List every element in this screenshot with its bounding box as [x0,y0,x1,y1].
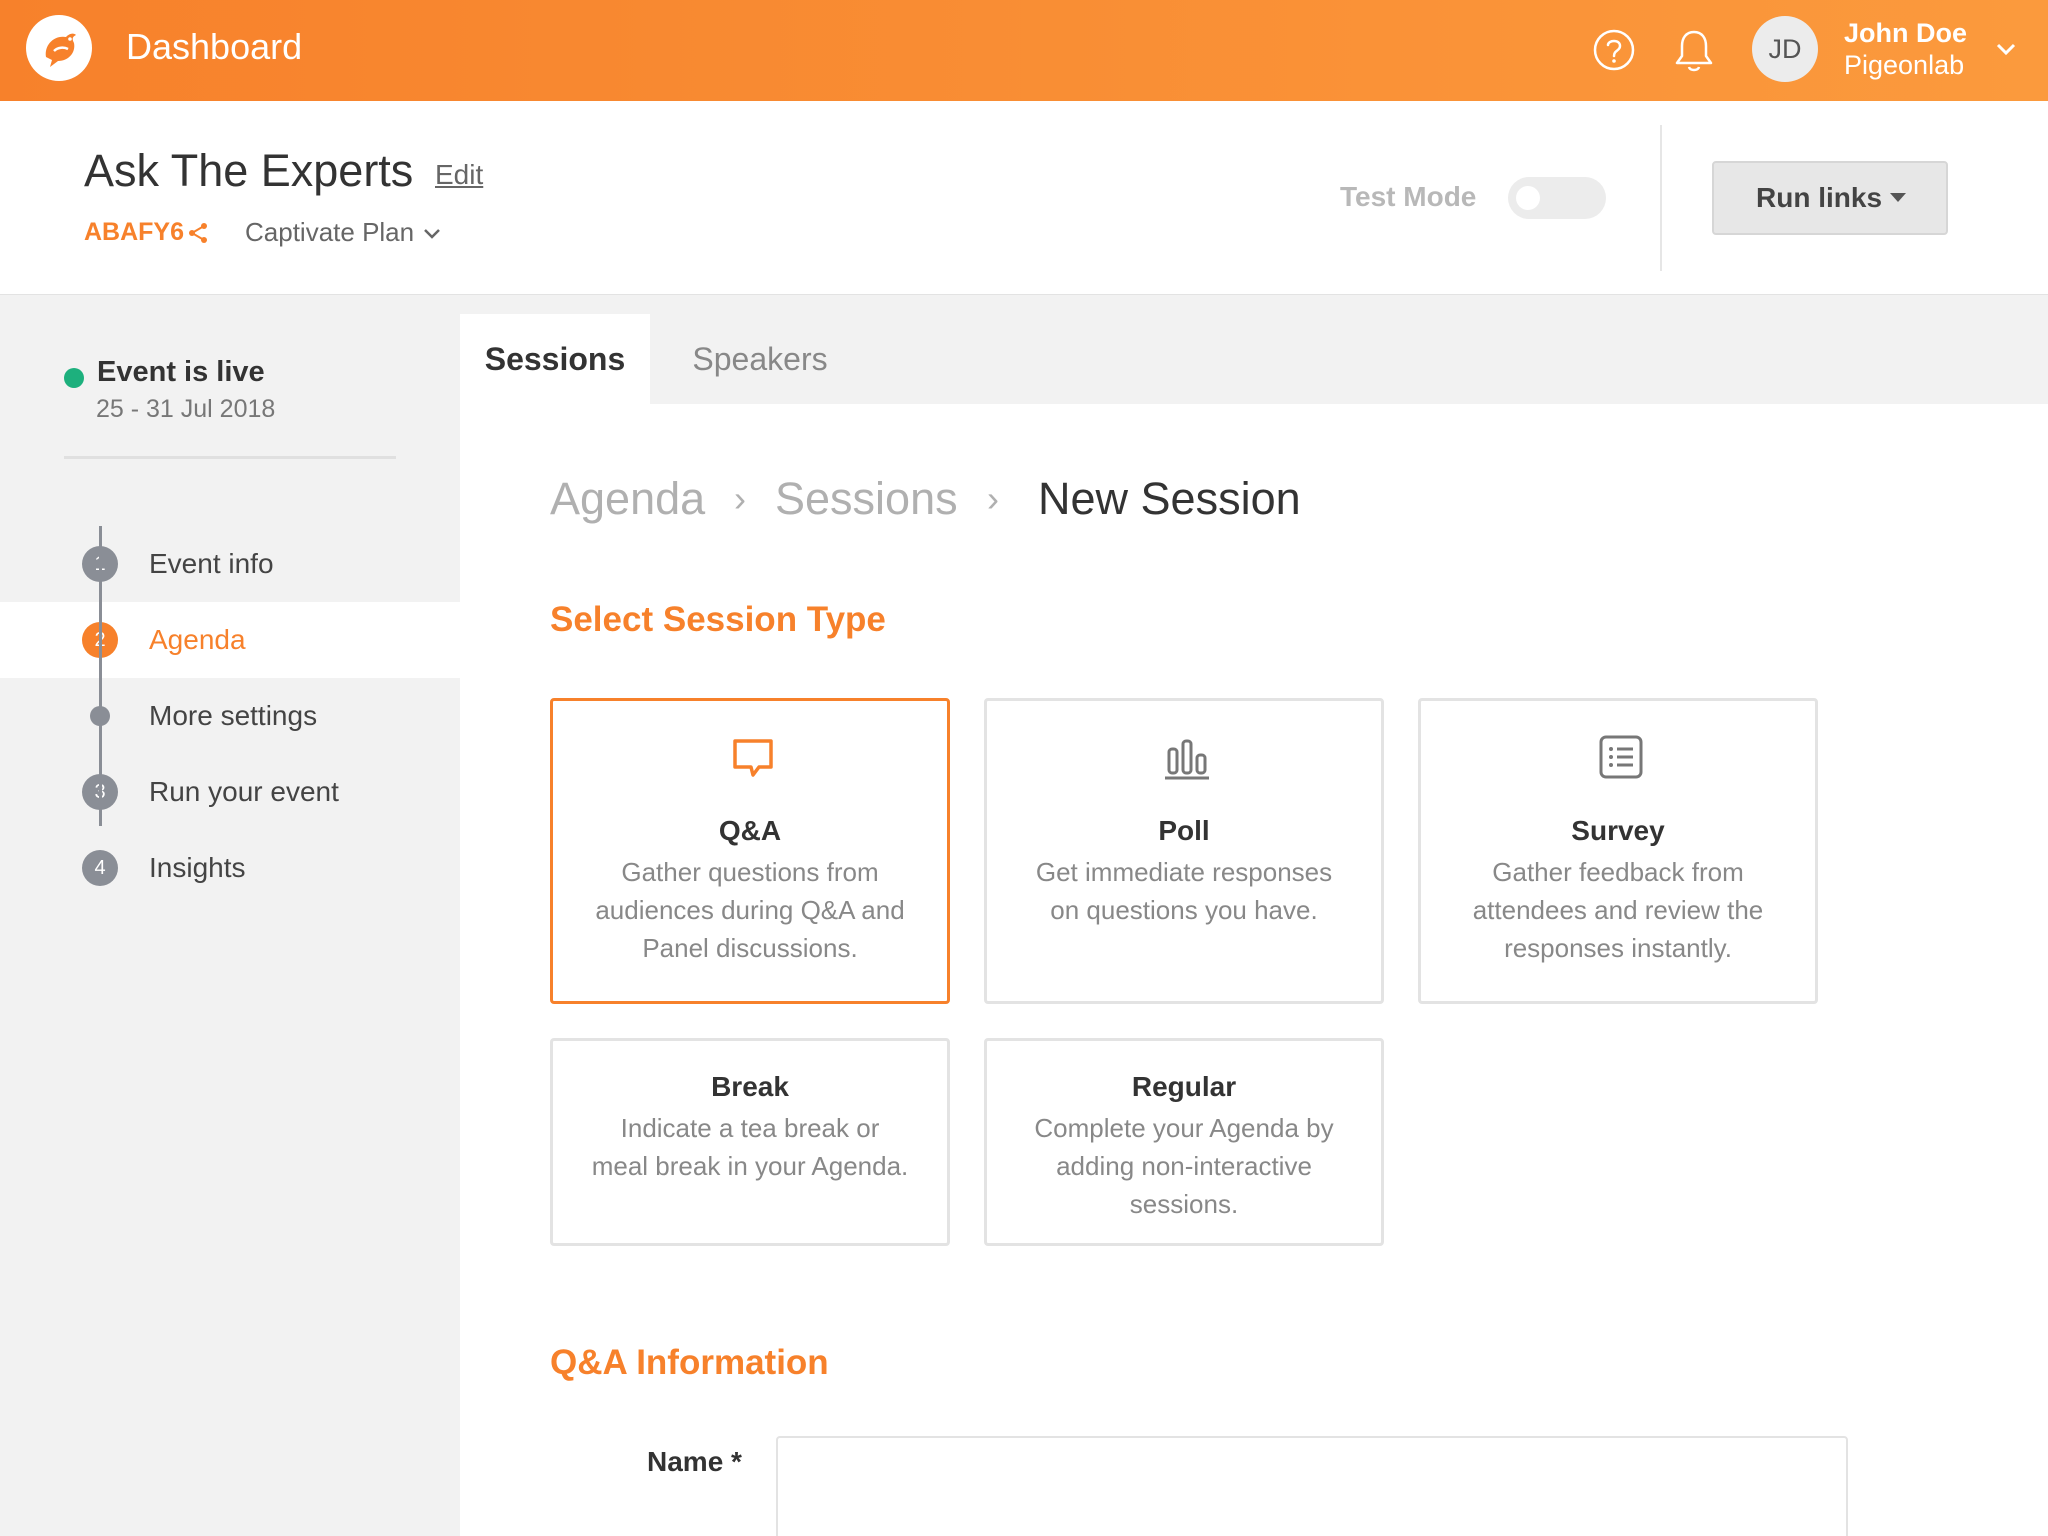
name-input[interactable] [776,1436,1848,1536]
breadcrumb-sessions[interactable]: Sessions [775,471,958,527]
chat-bubble-icon [733,739,773,777]
event-dates: 25 - 31 Jul 2018 [96,395,276,423]
chevron-down-icon[interactable] [423,228,441,240]
sidebar-item-label: Event info [149,548,274,579]
sidebar-item-label: Run your event [149,776,339,807]
step-connector [99,526,102,826]
tab-bar: Sessions Speakers [460,296,2048,404]
event-title: Ask The Experts [84,145,414,196]
sidebar-divider [64,456,396,459]
sidebar-item-run-your-event[interactable]: 3 Run your event [0,754,460,830]
card-title: Survey [1571,815,1665,846]
step-number: 4 [82,850,118,886]
top-bar: Dashboard JD John Doe Pigeonlab [0,0,2048,101]
avatar[interactable]: JD [1752,16,1818,82]
sidebar-item-label: More settings [149,700,318,731]
card-description: Complete your Agenda by adding non-inter… [1034,1113,1334,1219]
toggle-knob [1516,186,1540,210]
sidebar-item-label: Insights [149,852,246,883]
user-org[interactable]: Pigeonlab [1844,50,1964,81]
event-header: Ask The Experts Edit ABAFY6 Captivate Pl… [0,101,2048,295]
breadcrumb-separator: › [987,478,999,519]
session-type-regular[interactable]: Regular Complete your Agenda by adding n… [984,1038,1384,1246]
bell-icon[interactable] [1672,26,1716,74]
breadcrumb-agenda[interactable]: Agenda [550,471,705,527]
sidebar-item-more-settings[interactable]: More settings [0,678,460,754]
caret-down-icon[interactable] [1890,193,1906,202]
card-description: Indicate a tea break or meal break in yo… [591,1113,909,1181]
card-title: Break [711,1071,789,1102]
app-title[interactable]: Dashboard [126,24,302,70]
event-status: Event is live [97,356,265,388]
checklist-icon [1599,735,1643,779]
section-title-session-type: Select Session Type [550,600,886,639]
session-type-survey[interactable]: Survey Gather feedback from attendees an… [1418,698,1818,1004]
sidebar: Event is live 25 - 31 Jul 2018 1 Event i… [0,296,460,1536]
share-icon[interactable] [187,222,209,244]
live-status-dot [64,368,84,388]
event-code[interactable]: ABAFY6 [84,218,184,247]
sidebar-item-event-info[interactable]: 1 Event info [0,526,460,602]
bar-chart-icon [1165,739,1209,780]
tab-sessions[interactable]: Sessions [460,314,650,404]
test-mode-label: Test Mode [1340,181,1477,212]
sidebar-item-agenda[interactable]: 2 Agenda [0,602,460,678]
help-icon[interactable] [1592,28,1636,72]
edit-event-link[interactable]: Edit [435,159,483,191]
section-title-qa-information: Q&A Information [550,1343,829,1382]
breadcrumb-separator: › [734,478,746,519]
chevron-down-icon[interactable] [1996,42,2016,56]
pigeon-logo-icon[interactable] [26,15,92,81]
name-field-label: Name * [647,1446,742,1477]
card-title: Q&A [718,815,782,846]
user-name[interactable]: John Doe [1844,18,1967,49]
test-mode-toggle[interactable] [1508,177,1606,219]
header-divider [1660,125,1662,271]
sidebar-item-label: Agenda [149,624,246,655]
card-title: Regular [1131,1071,1237,1102]
run-links-button[interactable]: Run links [1712,161,1948,235]
breadcrumb-current: New Session [1038,473,1301,524]
card-title: Poll [1158,815,1210,846]
session-type-poll[interactable]: Poll Get immediate responses on question… [984,698,1384,1004]
plan-selector[interactable]: Captivate Plan [245,217,414,248]
card-description: Gather questions from audiences during Q… [595,857,905,963]
main-content: Sessions Speakers Agenda › Sessions › Ne… [460,296,2048,1536]
session-type-break[interactable]: Break Indicate a tea break or meal break… [550,1038,950,1246]
card-description: Gather feedback from attendees and revie… [1472,857,1764,963]
tab-speakers[interactable]: Speakers [650,314,870,404]
session-type-qa[interactable]: Q&A Gather questions from audiences duri… [550,698,950,1004]
card-description: Get immediate responses on questions you… [1035,857,1333,925]
sidebar-item-insights[interactable]: 4 Insights [0,830,460,906]
